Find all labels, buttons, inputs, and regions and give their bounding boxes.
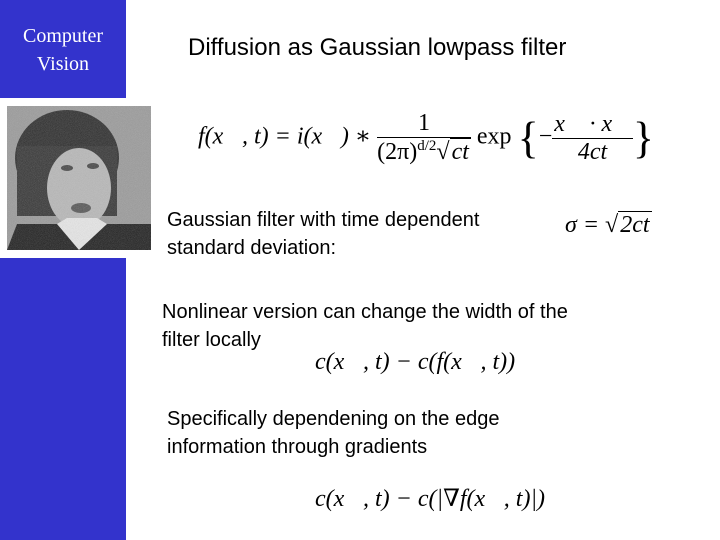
nonlinear-equation: c(x⃗, t) − c(f(x⃗, t)): [315, 349, 516, 375]
slide-title: Diffusion as Gaussian lowpass filter: [188, 34, 567, 61]
paragraph-gaussian: Gaussian filter with time dependent stan…: [167, 209, 480, 259]
sidebar-header: Computer Vision: [0, 0, 126, 98]
sigma-equation: σ = √2ct: [565, 211, 652, 238]
sidebar-panel: [0, 258, 126, 540]
paragraph-nonlinear: Nonlinear version can change the width o…: [162, 301, 568, 351]
gaussian-equation: f(x⃗, t) = i(x⃗) ∗ 1 (2π)d/2√ct exp {− x…: [198, 110, 654, 165]
fraction: 1 (2π)d/2√ct: [377, 110, 471, 165]
course-title: Computer Vision: [23, 25, 103, 75]
paragraph-gradient: Specifically dependening on the edge inf…: [167, 408, 500, 458]
portrait-image: [7, 106, 151, 250]
gradient-equation: c(x⃗, t) − c(|∇f(x⃗, t)|): [315, 486, 546, 512]
